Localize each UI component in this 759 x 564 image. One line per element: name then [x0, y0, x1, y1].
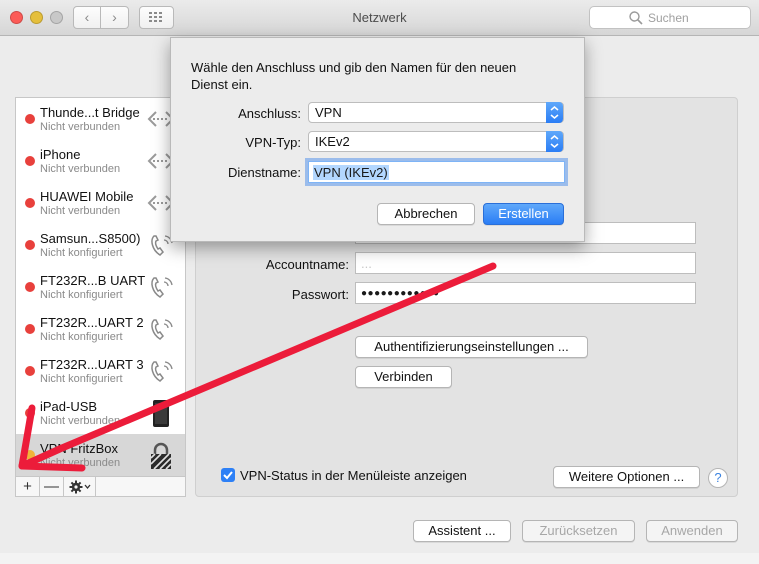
service-status: Nicht konfiguriert: [40, 289, 123, 301]
interface-label: Anschluss:: [238, 106, 301, 121]
vpn-status-label: VPN-Status in der Menüleiste anzeigen: [240, 468, 467, 483]
status-dot: [25, 156, 35, 166]
service-status: Nicht verbunden: [40, 163, 121, 175]
search-input[interactable]: Suchen: [589, 6, 751, 29]
service-status: Nicht konfiguriert: [40, 373, 123, 385]
status-dot: [25, 198, 35, 208]
service-item-huawei-mobile[interactable]: HUAWEI Mobile Nicht verbunden: [16, 182, 185, 224]
service-name-input[interactable]: VPN (IKEv2): [308, 161, 565, 183]
phone-icon: [151, 319, 173, 340]
vpn-status-checkbox[interactable]: [221, 468, 235, 482]
create-button[interactable]: Erstellen: [483, 203, 564, 225]
apply-button: Anwenden: [646, 520, 738, 542]
interface-select[interactable]: VPN: [308, 102, 564, 123]
service-name: FT232R...UART 2: [40, 315, 144, 330]
add-service-button[interactable]: +: [16, 477, 40, 496]
service-item-thunderbolt-bridge[interactable]: Thunde...t Bridge Nicht verbunden: [16, 98, 185, 140]
phone-icon: [151, 277, 173, 298]
phone-icon: [151, 361, 173, 382]
service-name-value: VPN (IKEv2): [313, 165, 389, 180]
advanced-options-button[interactable]: Weitere Optionen ...: [553, 466, 700, 488]
service-item-ft232r-b-uart[interactable]: FT232R...B UART Nicht konfiguriert: [16, 266, 185, 308]
interface-value: VPN: [315, 105, 342, 120]
service-item-ipad-usb[interactable]: iPad-USB Nicht verbunden: [16, 392, 185, 434]
ipad-icon: [153, 400, 169, 427]
service-status: Nicht konfiguriert: [40, 331, 123, 343]
service-item-vpn-fritzbox[interactable]: VPN FritzBox Nicht verbunden: [16, 434, 185, 476]
status-dot: [25, 324, 35, 334]
service-status: Nicht verbunden: [40, 205, 121, 217]
password-field[interactable]: ●●●●●●●●●●●●: [355, 282, 696, 304]
vpn-type-select[interactable]: IKEv2: [308, 131, 564, 152]
background-window-strip: [0, 553, 759, 564]
assistant-button[interactable]: Assistent ...: [413, 520, 511, 542]
reset-button: Zurücksetzen: [522, 520, 635, 542]
service-name: HUAWEI Mobile: [40, 189, 134, 204]
service-status: Nicht verbunden: [40, 415, 121, 427]
vpn-type-value: IKEv2: [315, 134, 350, 149]
connect-button[interactable]: Verbinden: [355, 366, 452, 388]
gear-icon: [69, 480, 90, 494]
select-arrows-icon: [546, 131, 563, 152]
service-name: Thunde...t Bridge: [40, 105, 140, 120]
service-list-toolbar: + —: [15, 476, 186, 497]
status-dot: [25, 408, 35, 418]
service-name-label: Dienstname:: [228, 165, 301, 180]
service-item-iphone[interactable]: iPhone Nicht verbunden: [16, 140, 185, 182]
service-status: Nicht verbunden: [40, 457, 121, 469]
sheet-message: Wähle den Anschluss und gib den Namen fü…: [191, 60, 517, 92]
lock-icon: [150, 442, 172, 470]
status-dot: [25, 450, 35, 460]
service-actions-button[interactable]: [64, 477, 96, 496]
vpn-type-label: VPN-Typ:: [245, 135, 301, 150]
new-service-sheet: Wähle den Anschluss und gib den Namen fü…: [170, 37, 585, 242]
service-name: FT232R...B UART: [40, 273, 146, 288]
service-item-ft232r-uart-2[interactable]: FT232R...UART 2 Nicht konfiguriert: [16, 308, 185, 350]
account-name-field[interactable]: ...: [355, 252, 696, 274]
service-name: iPad-USB: [40, 399, 98, 414]
status-dot: [25, 240, 35, 250]
select-arrows-icon: [546, 102, 563, 123]
status-dot: [25, 366, 35, 376]
service-name: VPN FritzBox: [40, 441, 119, 456]
service-item-ft232r-uart-3[interactable]: FT232R...UART 3 Nicht konfiguriert: [16, 350, 185, 392]
password-label: Passwort:: [291, 287, 349, 302]
status-dot: [25, 114, 35, 124]
search-icon: [629, 11, 643, 25]
service-list: Thunde...t Bridge Nicht verbunden iPhone…: [15, 97, 186, 477]
service-status: Nicht verbunden: [40, 121, 121, 133]
authentication-settings-button[interactable]: Authentifizierungseinstellungen ...: [355, 336, 588, 358]
service-name: iPhone: [40, 147, 81, 162]
cancel-button[interactable]: Abbrechen: [377, 203, 475, 225]
remove-service-button[interactable]: —: [40, 477, 64, 496]
title-bar: ‹ › Netzwerk Suchen: [0, 0, 759, 36]
service-name: Samsun...S8500): [40, 231, 141, 246]
checkmark-icon: [223, 471, 233, 480]
account-name-label: Accountname:: [265, 257, 349, 272]
service-name: FT232R...UART 3: [40, 357, 144, 372]
search-placeholder: Suchen: [648, 11, 689, 25]
service-item-samsung[interactable]: Samsun...S8500) Nicht konfiguriert: [16, 224, 185, 266]
status-dot: [25, 282, 35, 292]
help-button[interactable]: ?: [708, 468, 728, 488]
service-status: Nicht konfiguriert: [40, 247, 123, 259]
